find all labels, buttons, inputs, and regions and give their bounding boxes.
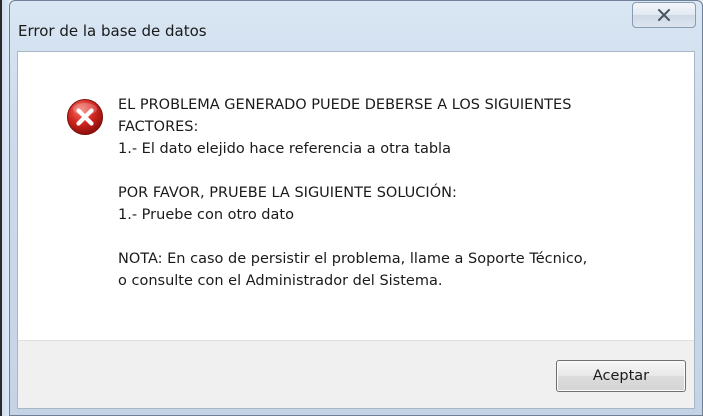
message-line: FACTORES: — [118, 119, 199, 135]
close-icon — [657, 9, 671, 21]
message-area: EL PROBLEMA GENERADO PUEDE DEBERSE A LOS… — [18, 52, 694, 340]
error-message: EL PROBLEMA GENERADO PUEDE DEBERSE A LOS… — [118, 94, 678, 292]
error-icon — [66, 98, 104, 136]
message-line: o consulte con el Administrador del Sist… — [118, 273, 443, 289]
window-title: Error de la base de datos — [18, 22, 207, 40]
title-bar[interactable]: Error de la base de datos — [10, 1, 702, 51]
button-bar: Aceptar — [18, 340, 694, 408]
message-line: EL PROBLEMA GENERADO PUEDE DEBERSE A LOS… — [118, 97, 572, 113]
message-line: NOTA: En caso de persistir el problema, … — [118, 251, 588, 267]
background-window-edge — [0, 0, 9, 416]
error-dialog-window: Error de la base de datos EL PROBLEMA GE… — [9, 0, 703, 416]
close-button[interactable] — [632, 2, 696, 28]
message-line: 1.- Pruebe con otro dato — [118, 207, 294, 223]
message-line: 1.- El dato elejido hace referencia a ot… — [118, 141, 451, 157]
accept-button[interactable]: Aceptar — [556, 360, 686, 392]
dialog-client-area: EL PROBLEMA GENERADO PUEDE DEBERSE A LOS… — [17, 51, 695, 409]
message-line: POR FAVOR, PRUEBE LA SIGUIENTE SOLUCIÓN: — [118, 185, 457, 201]
